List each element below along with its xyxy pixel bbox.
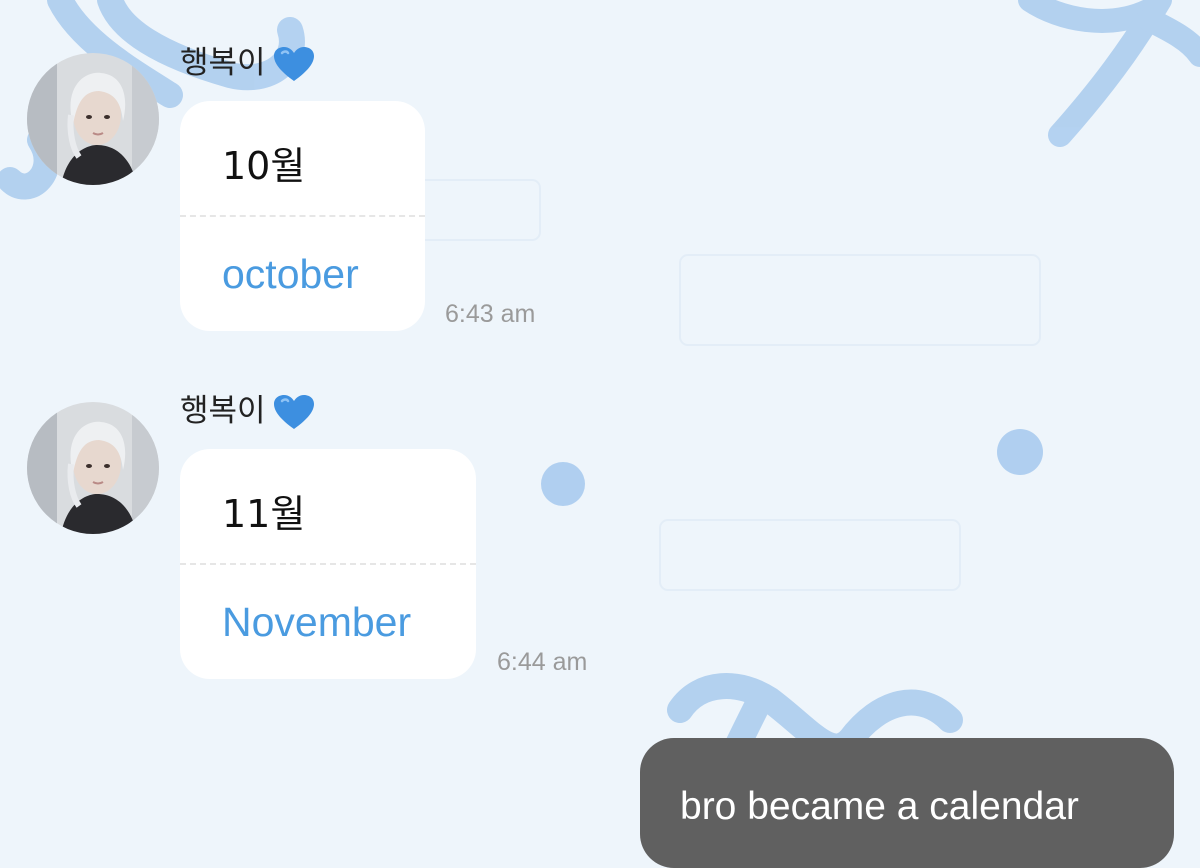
bubble-divider — [180, 563, 476, 565]
blue-heart-icon — [273, 46, 314, 81]
profile-photo-icon — [27, 402, 159, 534]
outgoing-message-bubble[interactable]: bro became a calendar — [640, 738, 1174, 868]
outgoing-message-text: bro became a calendar — [680, 785, 1079, 828]
month-korean: 10월 — [222, 144, 306, 188]
message-bubble[interactable]: 10월 october — [180, 101, 425, 331]
sender-name: 행복이 — [180, 393, 314, 431]
month-korean: 11월 — [222, 492, 306, 536]
message-timestamp: 6:44 am — [497, 648, 588, 676]
bubble-divider — [180, 215, 425, 217]
month-english-link[interactable]: November — [222, 599, 411, 646]
message-bubble[interactable]: 11월 November — [180, 449, 476, 679]
blue-heart-icon — [273, 394, 314, 429]
message-timestamp: 6:43 am — [445, 300, 536, 328]
avatar[interactable] — [27, 402, 159, 534]
month-english-link[interactable]: october — [222, 251, 359, 298]
avatar[interactable] — [27, 53, 159, 185]
sender-name: 행복이 — [180, 45, 314, 83]
profile-photo-icon — [27, 53, 159, 185]
